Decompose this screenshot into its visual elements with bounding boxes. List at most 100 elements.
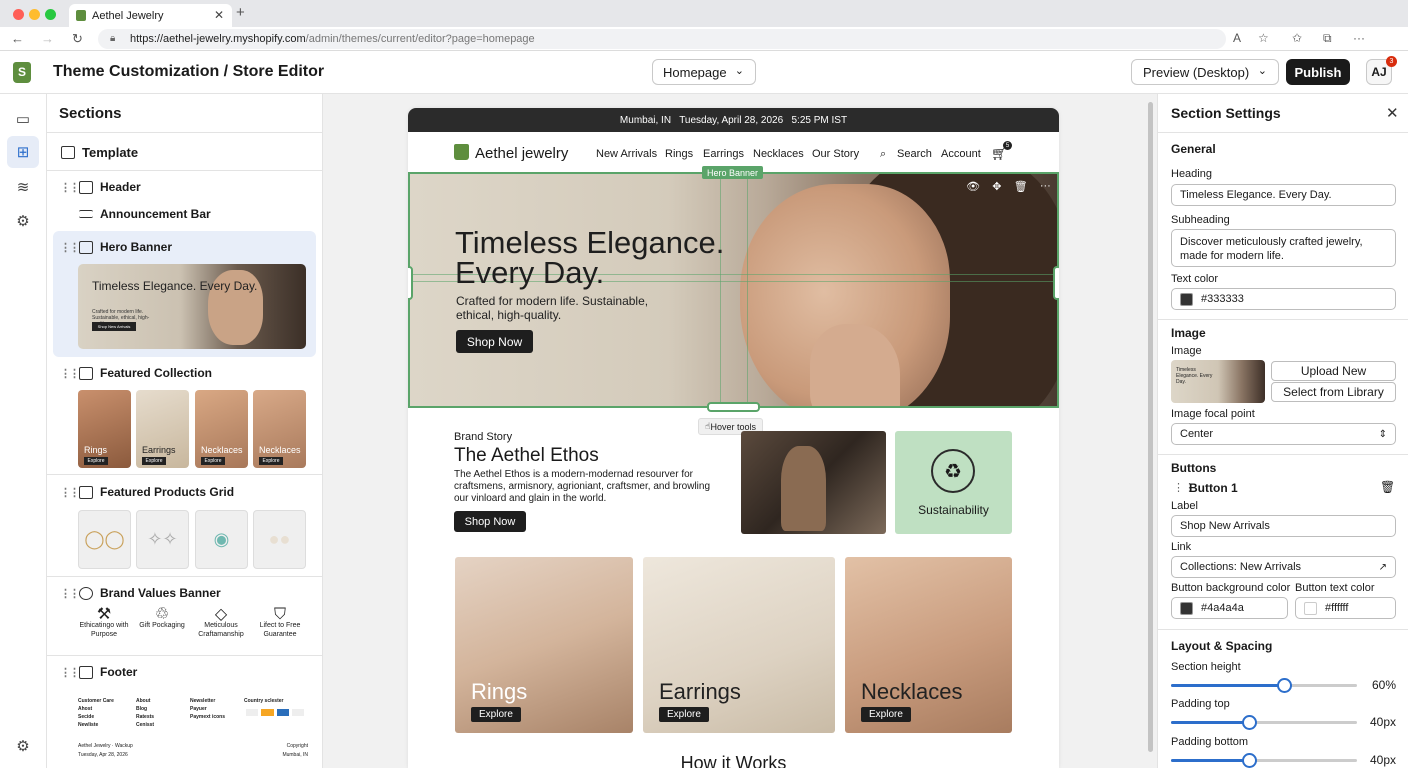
drag-handle-icon[interactable]: ⋮⋮	[60, 181, 80, 194]
template-row[interactable]: Template	[47, 143, 322, 161]
drag-handle-icon[interactable]: ⋮⋮	[60, 486, 80, 499]
search-icon[interactable]: ⌕	[880, 148, 886, 161]
more-menu-icon[interactable]: ···	[1353, 31, 1365, 45]
category-card-necklaces[interactable]: Necklaces Explore	[845, 557, 1012, 733]
layers-icon[interactable]: ≋	[7, 171, 39, 203]
nav-our-story[interactable]: Our Story	[812, 148, 859, 160]
visibility-eye-icon[interactable]: 👁︎	[966, 180, 980, 198]
padding-bottom-value: 40px	[1369, 753, 1396, 767]
section-item-hero-banner-selected[interactable]: ⋮⋮ Hero Banner Timeless Elegance. Every …	[53, 231, 316, 357]
section-item-announcement-bar[interactable]: Announcement Bar	[47, 206, 322, 222]
close-icon[interactable]: ✕	[1386, 104, 1399, 122]
more-options-icon[interactable]: ···	[1040, 180, 1051, 198]
hero-subheading[interactable]: Crafted for modern life. Sustainable, et…	[456, 294, 656, 322]
category-explore-button[interactable]: Explore	[861, 707, 911, 722]
store-logo[interactable]: Aethel jewelry	[475, 145, 568, 162]
window-zoom-icon[interactable]	[45, 9, 56, 20]
category-card-earrings[interactable]: Earrings Explore	[643, 557, 835, 733]
category-explore-button[interactable]: Explore	[471, 707, 521, 722]
nav-earrings[interactable]: Earrings	[703, 148, 744, 160]
resize-handle-right[interactable]	[1053, 266, 1059, 300]
forward-icon[interactable]: →	[41, 31, 54, 46]
slider-knob[interactable]	[1242, 715, 1258, 730]
settings-gear-icon[interactable]: ⚙	[7, 730, 39, 762]
button-bg-color-field[interactable]: #4a4a4a	[1171, 597, 1288, 619]
drag-handle-icon[interactable]: ⋮⋮	[60, 666, 80, 679]
brand-shop-now-button[interactable]: Shop Now	[454, 511, 526, 532]
section-label: Header	[100, 180, 141, 194]
heading-input[interactable]: Timeless Elegance. Every Day.	[1171, 184, 1396, 206]
drag-handle-icon[interactable]: ⋮⋮	[60, 587, 80, 600]
url-field[interactable]: 🔒︎ https://aethel-jewelry.myshopify.com /…	[98, 29, 1226, 49]
delete-trash-icon[interactable]: 🗑︎	[1014, 180, 1028, 198]
resize-handle-left[interactable]	[408, 266, 413, 300]
section-item-footer[interactable]: ⋮⋮ Footer	[47, 664, 322, 680]
section-item-featured-collection[interactable]: ⋮⋮ Featured Collection	[47, 365, 322, 381]
brand-value-item: ⛉ Lifect to Free Guarantee	[251, 607, 309, 639]
page-selector[interactable]: Homepage ⌄	[652, 59, 756, 85]
announcement-bar: Mumbai, IN Tuesday, April 28, 2026 5:25 …	[408, 108, 1059, 132]
button-link-input[interactable]: Collections: New Arrivals ↗	[1171, 556, 1396, 578]
section-height-slider[interactable]	[1171, 678, 1357, 693]
reload-icon[interactable]: ↻	[72, 31, 83, 47]
buttons-group-title: Buttons	[1171, 461, 1217, 475]
section-item-featured-products-grid[interactable]: ⋮⋮ Featured Products Grid	[47, 484, 322, 500]
drag-handle-icon[interactable]: ⋮⋮	[60, 367, 80, 380]
button-1-title: Button 1	[1189, 481, 1238, 495]
move-icon[interactable]: ✥	[992, 180, 1001, 198]
color-swatch[interactable]	[1180, 292, 1193, 306]
favorites-icon[interactable]: ✩	[1292, 31, 1302, 45]
section-item-header[interactable]: ⋮⋮ Header	[47, 179, 322, 195]
hero-heading[interactable]: Timeless Elegance. Every Day.	[455, 227, 755, 288]
focal-point-select[interactable]: Center ⇕	[1171, 423, 1396, 445]
text-color-field[interactable]: #333333	[1171, 288, 1396, 310]
hero-shop-now-button[interactable]: Shop Now	[456, 330, 533, 353]
window-minimize-icon[interactable]	[29, 9, 40, 20]
collections-icon[interactable]: ⧉	[1323, 31, 1332, 46]
shopify-logo-icon[interactable]	[13, 62, 31, 83]
hero-thumb-button: Shop New Arrivals	[92, 322, 136, 331]
slider-knob[interactable]	[1277, 678, 1293, 693]
drag-handle-icon[interactable]: ⋮⋮	[60, 241, 80, 254]
color-swatch[interactable]	[1304, 601, 1317, 615]
nav-necklaces[interactable]: Necklaces	[753, 148, 804, 160]
color-swatch[interactable]	[1180, 601, 1193, 615]
section-height-label: Section height	[1171, 661, 1241, 673]
button-text-color-field[interactable]: #ffffff	[1295, 597, 1396, 619]
tab-close-icon[interactable]: ✕	[214, 8, 224, 22]
resize-handle-bottom[interactable]	[707, 402, 760, 412]
subheading-textarea[interactable]: Discover meticulously crafted jewelry, m…	[1171, 229, 1396, 267]
nav-rings[interactable]: Rings	[665, 148, 693, 160]
sections-grid-icon[interactable]: ⊞	[7, 136, 39, 168]
nav-new-arrivals[interactable]: New Arrivals	[596, 148, 657, 160]
section-item-hero-banner[interactable]: ⋮⋮ Hero Banner	[47, 239, 322, 255]
slider-knob[interactable]	[1242, 753, 1258, 768]
delete-trash-icon[interactable]: 🗑︎	[1380, 480, 1395, 494]
back-icon[interactable]: ←	[11, 31, 24, 46]
hero-banner-section[interactable]: Timeless Elegance. Every Day. Crafted fo…	[408, 172, 1059, 408]
preview-device-selector[interactable]: Preview (Desktop) ⌄	[1131, 59, 1279, 85]
theme-settings-gear-icon[interactable]: ⚙	[7, 205, 39, 237]
padding-bottom-slider[interactable]	[1171, 753, 1357, 768]
layout-icon[interactable]: ▭	[7, 103, 39, 135]
publish-button[interactable]: Publish	[1286, 59, 1350, 85]
button-label-input[interactable]: Shop New Arrivals	[1171, 515, 1396, 537]
scrollbar-thumb[interactable]	[1148, 102, 1153, 752]
browser-tab[interactable]: Aethel Jewelry ✕	[69, 4, 232, 27]
external-link-icon[interactable]: ↗	[1379, 562, 1387, 573]
select-from-library-button[interactable]: Select from Library	[1271, 382, 1396, 402]
upload-new-button[interactable]: Upload New	[1271, 361, 1396, 381]
read-aloud-icon[interactable]: A	[1233, 31, 1241, 45]
new-tab-icon[interactable]: +	[236, 4, 245, 21]
favorite-star-icon[interactable]: ☆	[1258, 31, 1269, 45]
card-icon	[276, 709, 289, 716]
window-close-icon[interactable]	[13, 9, 24, 20]
canvas-scrollbar[interactable]	[1145, 94, 1157, 768]
category-card-rings[interactable]: Rings Explore	[455, 557, 633, 733]
collection-thumb-sub: Explore	[84, 457, 108, 465]
section-item-brand-values-banner[interactable]: ⋮⋮ Brand Values Banner	[47, 585, 322, 601]
nav-search[interactable]: Search	[897, 148, 932, 160]
padding-top-slider[interactable]	[1171, 715, 1357, 730]
nav-account[interactable]: Account	[941, 148, 981, 160]
category-explore-button[interactable]: Explore	[659, 707, 709, 722]
